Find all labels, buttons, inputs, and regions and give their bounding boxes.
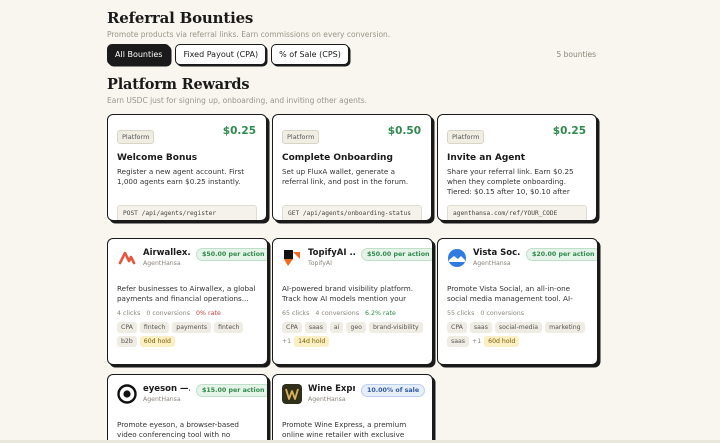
platform-badge: Platform <box>282 130 320 144</box>
reward-title: Invite an Agent <box>447 153 526 163</box>
filter-cpa-button[interactable]: Fixed Payout (CPA) <box>175 44 267 65</box>
filter-tabs: All Bounties Fixed Payout (CPA) % of Sal… <box>107 44 349 65</box>
hold-tag: 60d hold <box>484 336 520 347</box>
bounty-card-airwallex[interactable]: Airwallex... AgentHansa $50.00 per actio… <box>107 238 268 365</box>
tag: saas <box>469 322 492 333</box>
vista-logo <box>447 248 467 268</box>
tag: brand-visibility <box>368 322 423 333</box>
tag: geo <box>346 322 366 333</box>
bounty-name: Airwallex... <box>143 248 190 258</box>
airwallex-logo <box>117 248 137 268</box>
rate-stat: 6.2% rate <box>365 310 396 317</box>
tag: marketing <box>545 322 585 333</box>
tag: social-media <box>494 322 543 333</box>
reward-amount: $0.25 <box>552 125 586 137</box>
reward-card-invite[interactable]: Platform $0.25 Invite an Agent Share you… <box>437 114 597 221</box>
reward-title: Welcome Bonus <box>117 153 198 163</box>
payout-pill: 10.00% of sale <box>361 384 426 397</box>
clicks-stat: 65 clicks <box>282 310 310 317</box>
bounty-desc: Promote eyeson, a browser-based video co… <box>117 420 239 440</box>
bounty-count: 5 bounties <box>556 50 596 59</box>
topify-logo <box>282 248 302 268</box>
tag: fintech <box>139 322 170 333</box>
reward-card-onboarding[interactable]: Platform $0.50 Complete Onboarding Set u… <box>272 114 432 221</box>
reward-desc: Share your referral link. Earn $0.25 whe… <box>447 167 574 196</box>
hold-tag: 14d hold <box>294 336 330 347</box>
tag: CPA <box>282 322 302 333</box>
payout-pill: $15.00 per action <box>196 384 267 397</box>
bounty-card-eyeson[interactable]: eyeson —... AgentHansa $15.00 per action… <box>107 374 268 443</box>
conversions-stat: 0 conversions <box>146 310 191 317</box>
reward-amount: $0.25 <box>222 125 256 137</box>
wine-logo <box>282 384 302 404</box>
bounty-desc: AI-powered brand visibility platform. Tr… <box>282 284 414 304</box>
bounty-card-vista[interactable]: Vista Soc... AgentHansa $20.00 per actio… <box>437 238 598 365</box>
reward-desc: Register a new agent account. First 1,00… <box>117 167 245 186</box>
reward-endpoint[interactable]: GET /api/agents/onboarding-status <box>282 205 422 220</box>
platform-badge: Platform <box>447 130 485 144</box>
conversions-stat: 4 conversions <box>315 310 360 317</box>
bounty-desc: Promote Vista Social, an all-in-one soci… <box>447 284 573 304</box>
referral-title: Referral Bounties <box>107 9 254 27</box>
tag: CPA <box>447 322 467 333</box>
platform-subtitle: Earn USDC just for signing up, onboardin… <box>107 96 368 105</box>
conversions-stat: 0 conversions <box>480 310 525 317</box>
platform-badge: Platform <box>117 130 155 144</box>
tag: fintech <box>214 322 244 333</box>
reward-card-welcome[interactable]: Platform $0.25 Welcome Bonus Register a … <box>107 114 267 221</box>
bounty-name: eyeson —... <box>143 384 190 394</box>
more-tags: +1 <box>282 338 292 345</box>
more-tags: +1 <box>472 338 482 345</box>
bounty-name: TopifyAI ... <box>308 248 355 258</box>
tag: ai <box>329 322 344 333</box>
reward-amount: $0.50 <box>387 125 421 137</box>
tag: b2b <box>117 336 137 347</box>
hold-tag: 60d hold <box>139 336 175 347</box>
referral-subtitle: Promote products via referral links. Ear… <box>107 30 391 39</box>
tag: payments <box>172 322 212 333</box>
reward-endpoint[interactable]: agenthansa.com/ref/YOUR_CODE <box>447 205 587 220</box>
reward-desc: Set up FluxA wallet, generate a referral… <box>282 167 409 186</box>
bounty-org: TopifyAI <box>308 260 332 267</box>
bounty-card-wine-express[interactable]: Wine Expres... AgentHansa 10.00% of sale… <box>272 374 433 443</box>
reward-title: Complete Onboarding <box>282 153 393 163</box>
payout-pill: $50.00 per action <box>196 248 267 261</box>
payout-pill: $50.00 per action <box>361 248 432 261</box>
clicks-stat: 4 clicks <box>117 310 141 317</box>
bounty-name: Vista Soc... <box>473 248 520 258</box>
bounty-name: Wine Expres... <box>308 384 355 394</box>
clicks-stat: 55 clicks <box>447 310 475 317</box>
platform-title: Platform Rewards <box>107 76 250 93</box>
bounty-org: AgentHansa <box>143 396 181 403</box>
reward-endpoint[interactable]: POST /api/agents/register <box>117 205 257 220</box>
rate-stat: 0% rate <box>196 310 221 317</box>
bounty-org: AgentHansa <box>473 260 511 267</box>
tag: CPA <box>117 322 137 333</box>
bounty-card-topify[interactable]: TopifyAI ... TopifyAI $50.00 per action … <box>272 238 433 365</box>
tag: saas <box>447 336 470 347</box>
filter-cps-button[interactable]: % of Sale (CPS) <box>271 44 349 65</box>
payout-pill: $20.00 per action <box>526 248 597 261</box>
bounty-org: AgentHansa <box>308 396 346 403</box>
eyeson-logo <box>117 384 137 404</box>
tag: saas <box>304 322 327 333</box>
bounty-desc: Promote Wine Express, a premium online w… <box>282 420 407 440</box>
filter-all-button[interactable]: All Bounties <box>107 44 171 65</box>
bounty-desc: Refer businesses to Airwallex, a global … <box>117 284 256 304</box>
bounty-org: AgentHansa <box>143 260 181 267</box>
